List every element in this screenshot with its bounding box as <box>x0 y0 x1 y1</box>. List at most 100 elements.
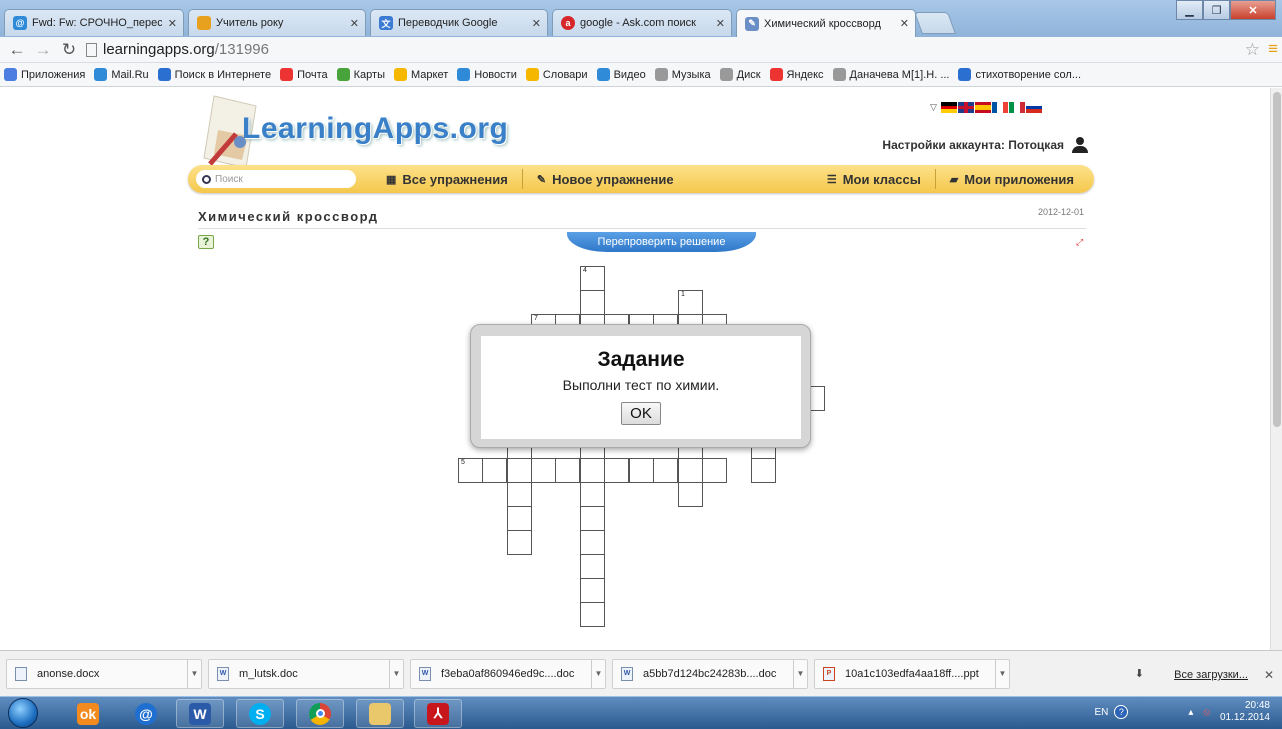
odnoklassniki-icon: ok <box>77 702 99 725</box>
bookmark-star-icon[interactable]: ☆ <box>1245 40 1260 60</box>
maximize-button[interactable]: ❐ <box>1203 0 1230 20</box>
bookmark-item[interactable]: Mail.Ru <box>94 68 149 81</box>
bookmark-item[interactable]: Почта <box>280 68 328 81</box>
crossword-cell[interactable] <box>482 458 507 483</box>
forward-button[interactable]: → <box>34 40 52 60</box>
download-item[interactable]: Wf3eba0af860946ed9c....doc ▼ <box>410 658 606 689</box>
ok-button[interactable]: OK <box>621 402 661 425</box>
crossword-cell[interactable] <box>507 506 532 531</box>
crossword-cell[interactable] <box>751 458 776 483</box>
network-icon[interactable]: ⦸ <box>1203 707 1210 718</box>
yandex-icon <box>280 68 294 81</box>
crossword-cell[interactable] <box>604 458 629 483</box>
bookmark-item[interactable]: Поиск в Интернете <box>157 68 271 81</box>
reload-button[interactable]: ↻ <box>60 40 78 60</box>
close-window-button[interactable]: ✕ <box>1230 0 1276 20</box>
bookmark-item[interactable]: Приложения <box>4 68 85 81</box>
crossword-cell[interactable] <box>629 458 654 483</box>
page-icon <box>719 68 733 81</box>
crossword-cell[interactable] <box>580 290 605 315</box>
crossword-cell[interactable] <box>653 458 678 483</box>
download-item[interactable]: anonse.docx ▼ <box>6 658 202 689</box>
crossword-cell[interactable] <box>580 482 605 507</box>
bookmark-item[interactable]: Маркет <box>394 68 448 81</box>
crossword-cell[interactable] <box>580 530 605 555</box>
search-icon <box>157 68 171 81</box>
tab-ask[interactable]: a google - Ask.com поиск ✕ <box>552 9 732 36</box>
download-menu-icon[interactable]: ▼ <box>793 659 807 688</box>
language-indicator[interactable]: EN <box>1094 707 1108 718</box>
crossword-cell[interactable] <box>507 530 532 555</box>
tray-arrow-icon[interactable]: ▴ <box>1188 707 1193 718</box>
crossword-cell[interactable] <box>702 458 727 483</box>
crossword-cell[interactable] <box>580 554 605 579</box>
yandex-icon <box>769 68 783 81</box>
crossword-cell[interactable] <box>531 458 556 483</box>
tab-close-icon[interactable]: ✕ <box>168 17 177 30</box>
bookmark-item[interactable]: Диск <box>719 68 761 81</box>
bookmark-item[interactable]: стихотворение сол... <box>958 68 1081 81</box>
taskbar-mail-agent[interactable]: @ <box>122 699 170 728</box>
minimize-button[interactable]: ▁ <box>1176 0 1203 20</box>
crossword-cell[interactable] <box>678 482 703 507</box>
bookmark-item[interactable]: Даначева М[1].Н. ... <box>832 68 949 81</box>
crossword-cell[interactable] <box>580 578 605 603</box>
tab-mail[interactable]: @ Fwd: Fw: СРОЧНО_перес ✕ <box>4 9 184 36</box>
crossword-cell[interactable]: 5 <box>458 458 483 483</box>
taskbar-explorer[interactable] <box>356 699 404 728</box>
address-bar[interactable]: learningapps.org/131996 <box>86 39 1242 61</box>
tab-close-icon[interactable]: ✕ <box>350 17 359 30</box>
start-button[interactable] <box>8 698 38 728</box>
tab-google-translate[interactable]: 文 Переводчик Google ✕ <box>370 9 548 36</box>
acrobat-icon: ⅄ <box>427 702 449 725</box>
tab-close-icon[interactable]: ✕ <box>900 17 909 30</box>
crossword-cell[interactable] <box>580 602 605 627</box>
all-downloads-link[interactable]: Все загрузки... <box>1174 669 1248 681</box>
dictionary-icon <box>525 68 539 81</box>
new-tab-button[interactable] <box>913 12 957 34</box>
crossword-cell[interactable]: 4 <box>580 266 605 291</box>
search-icon <box>958 68 972 81</box>
taskbar-chrome[interactable] <box>296 699 344 728</box>
taskbar-word[interactable]: W <box>176 699 224 728</box>
download-menu-icon[interactable]: ▼ <box>591 659 605 688</box>
mail-ru-icon <box>596 68 610 81</box>
taskbar-acrobat[interactable]: ⅄ <box>414 699 462 728</box>
download-item[interactable]: P 10a1c103edfa4aa18ff....ppt ▼ <box>814 658 1010 689</box>
crossword-cell[interactable] <box>507 458 532 483</box>
bookmark-item[interactable]: Музыка <box>654 68 711 81</box>
back-button[interactable]: ← <box>8 40 26 60</box>
crossword-cell[interactable]: 1 <box>678 290 703 315</box>
taskbar-skype[interactable]: S <box>236 699 284 728</box>
tab-crossword[interactable]: ✎ Химический кроссворд ✕ <box>736 9 916 37</box>
bookmark-item[interactable]: Видео <box>596 68 646 81</box>
crossword-cell[interactable] <box>580 458 605 483</box>
scrollbar-thumb[interactable] <box>1273 92 1281 427</box>
word-file-icon: W <box>217 666 229 681</box>
crossword-cell[interactable] <box>580 506 605 531</box>
help-icon[interactable]: ? <box>1114 705 1129 719</box>
bookmarks-bar: Приложения Mail.Ru Поиск в Интернете Почта К… <box>0 63 1282 87</box>
crossword-cell[interactable] <box>555 458 580 483</box>
download-menu-icon[interactable]: ▼ <box>187 659 201 688</box>
bookmark-item[interactable]: Яндекс <box>769 68 824 81</box>
document-file-icon <box>15 666 27 681</box>
taskbar-odnoklassniki[interactable]: ok <box>64 699 112 728</box>
mail-agent-icon: @ <box>135 702 157 725</box>
download-item[interactable]: Wa5bb7d124bc24283b....doc ▼ <box>612 658 808 689</box>
vertical-scrollbar[interactable] <box>1270 88 1282 650</box>
tab-teacher[interactable]: Учитель року ✕ <box>188 9 366 36</box>
crossword-cell[interactable] <box>678 458 703 483</box>
download-menu-icon[interactable]: ▼ <box>389 659 403 688</box>
crossword-cell[interactable] <box>507 482 532 507</box>
bookmark-item[interactable]: Новости <box>457 68 517 81</box>
download-menu-icon[interactable]: ▼ <box>995 659 1009 688</box>
clock[interactable]: 20:48 01.12.2014 <box>1220 700 1270 724</box>
bookmark-item[interactable]: Словари <box>525 68 588 81</box>
close-downloads-icon[interactable]: ✕ <box>1264 668 1274 682</box>
tab-close-icon[interactable]: ✕ <box>532 17 541 30</box>
download-item[interactable]: Wm_lutsk.doc ▼ <box>208 658 404 689</box>
bookmark-item[interactable]: Карты <box>336 68 385 81</box>
tab-close-icon[interactable]: ✕ <box>716 17 725 30</box>
chrome-menu-icon[interactable]: ≡ <box>1268 39 1278 59</box>
